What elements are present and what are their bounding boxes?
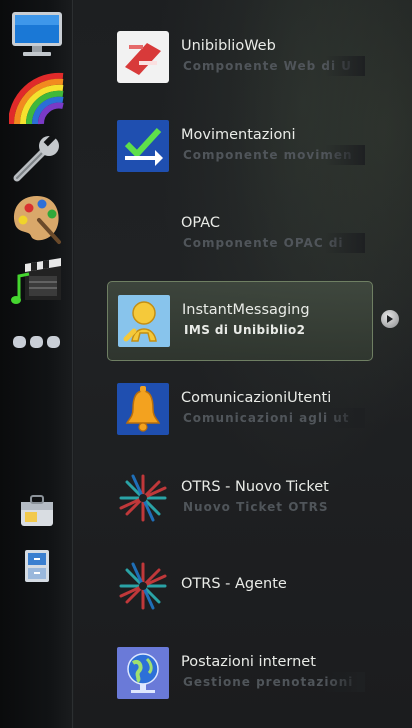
category-sidebar: [0, 0, 73, 728]
wrench-icon: [13, 133, 59, 182]
app-title: InstantMessaging: [182, 302, 310, 318]
category-computer[interactable]: [9, 6, 65, 62]
app-item-otrs-agente[interactable]: OTRS - Agente: [107, 547, 371, 625]
instant-messaging-icon: [118, 295, 170, 347]
app-title: Movimentazioni: [181, 127, 296, 143]
app-item-unibiblioweb[interactable]: UnibiblioWeb Componente Web di U: [107, 18, 371, 96]
app-item-movimentazioni[interactable]: Movimentazioni Componente movimen: [107, 107, 371, 185]
app-item-otrs-nuovo-ticket[interactable]: OTRS - Nuovo Ticket Nuovo Ticket OTRS: [107, 459, 371, 537]
app-title: ComunicazioniUtenti: [181, 390, 332, 406]
arrow-icon: [387, 315, 393, 323]
application-list: UnibiblioWeb Componente Web di U Movimen…: [74, 0, 412, 728]
movimentazioni-icon: [117, 120, 169, 172]
category-files[interactable]: [9, 538, 65, 594]
category-office[interactable]: [9, 482, 65, 538]
palette-icon: [13, 196, 61, 244]
app-item-comunicazioni-utenti[interactable]: ComunicazioniUtenti Comunicazioni agli u…: [107, 370, 371, 448]
expand-arrow-button[interactable]: [381, 310, 399, 328]
app-title: OTRS - Agente: [181, 576, 287, 592]
file-cabinet-icon: [25, 550, 49, 582]
otrs-icon: [117, 560, 169, 612]
app-title: UnibiblioWeb: [181, 38, 276, 54]
app-title: OPAC: [181, 215, 221, 231]
app-subtitle: Nuovo Ticket OTRS: [183, 500, 329, 514]
bell-icon: [117, 383, 169, 435]
otrs-icon: [117, 472, 169, 524]
app-title: OTRS - Nuovo Ticket: [181, 479, 329, 495]
category-tools[interactable]: [9, 130, 65, 186]
unibiblioweb-icon: [117, 31, 169, 83]
rainbow-icon: [9, 72, 64, 125]
app-item-opac[interactable]: OPAC Componente OPAC di: [107, 195, 371, 273]
category-more[interactable]: [9, 314, 65, 370]
briefcase-icon: [21, 495, 53, 526]
more-icon: [13, 336, 60, 348]
globe-icon: [117, 647, 169, 699]
category-multimedia[interactable]: [9, 252, 65, 308]
app-item-instant-messaging[interactable]: InstantMessaging IMS di Unibiblio2: [107, 281, 373, 361]
app-title: Postazioni internet: [181, 654, 316, 670]
app-item-postazioni-internet[interactable]: Postazioni internet Gestione prenotazion…: [107, 634, 371, 712]
category-graphics[interactable]: [9, 190, 65, 246]
app-subtitle: IMS di Unibiblio2: [184, 323, 306, 337]
computer-icon: [12, 12, 62, 56]
category-rainbow[interactable]: [9, 70, 65, 126]
opac-icon: [117, 208, 169, 260]
multimedia-icon: [11, 258, 61, 304]
